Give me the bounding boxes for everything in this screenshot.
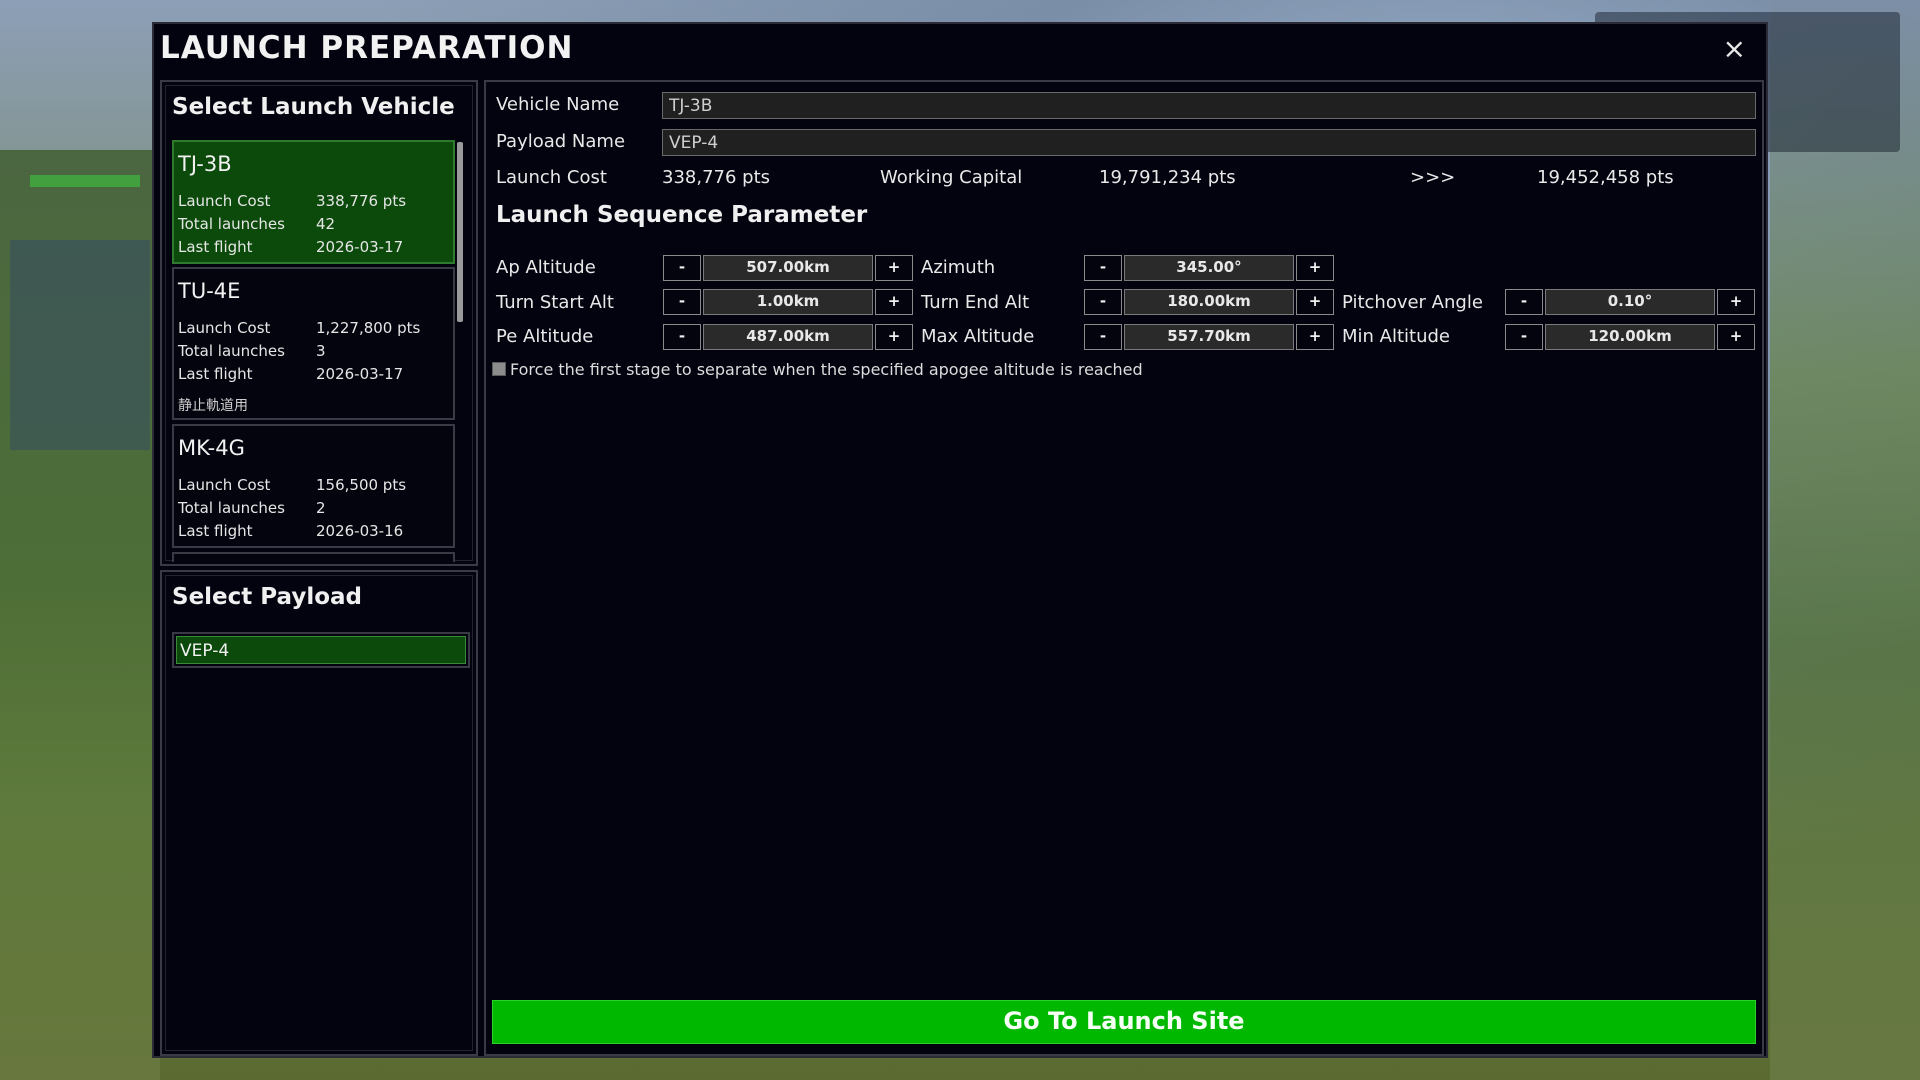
max-altitude-decrement-button[interactable]: - xyxy=(1084,324,1122,350)
pe-altitude-increment-button[interactable]: + xyxy=(875,324,913,350)
turn-end-alt-increment-button[interactable]: + xyxy=(1296,289,1334,315)
min-altitude-stepper: - 120.00km + xyxy=(1505,324,1755,350)
ap-altitude-stepper: - 507.00km + xyxy=(663,255,913,281)
turn-end-alt-label: Turn End Alt xyxy=(921,292,1030,313)
ap-altitude-increment-button[interactable]: + xyxy=(875,255,913,281)
launch-preparation-dialog: LAUNCH PREPARATION × Select Launch Vehic… xyxy=(152,22,1768,1058)
max-altitude-label: Max Altitude xyxy=(921,326,1035,347)
pe-altitude-value[interactable]: 487.00km xyxy=(703,324,873,350)
vehicle-launch-cost: Launch Cost 156,500 pts xyxy=(178,476,407,494)
pe-altitude-decrement-button[interactable]: - xyxy=(663,324,701,350)
vehicle-name: TJ-3B xyxy=(178,152,232,176)
capital-arrow: >>> xyxy=(1410,167,1456,188)
go-to-launch-site-button[interactable]: Go To Launch Site xyxy=(492,1000,1756,1044)
ap-altitude-label: Ap Altitude xyxy=(496,257,596,278)
turn-end-alt-decrement-button[interactable]: - xyxy=(1084,289,1122,315)
pitchover-angle-increment-button[interactable]: + xyxy=(1717,289,1755,315)
vehicle-card-mk-4g[interactable]: MK-4G Launch Cost 156,500 pts Total launc… xyxy=(172,424,455,548)
vehicle-total-launches: Total launches 2 xyxy=(178,499,326,517)
force-separation-option[interactable]: Force the first stage to separate when t… xyxy=(492,360,1143,379)
vehicle-name: TU-4E xyxy=(178,279,241,303)
turn-start-alt-label: Turn Start Alt xyxy=(496,292,614,313)
max-altitude-stepper: - 557.70km + xyxy=(1084,324,1334,350)
pitchover-angle-value[interactable]: 0.10° xyxy=(1545,289,1715,315)
vehicle-panel-title: Select Launch Vehicle xyxy=(172,94,455,120)
max-altitude-value[interactable]: 557.70km xyxy=(1124,324,1294,350)
remaining-capital-value: 19,452,458 pts xyxy=(1537,167,1674,188)
background-right-blur xyxy=(1770,0,1920,1080)
working-capital-label: Working Capital xyxy=(880,167,1023,188)
background-hud-bar xyxy=(30,175,140,187)
sequence-title: Launch Sequence Parameter xyxy=(496,202,868,228)
scrollbar-thumb[interactable] xyxy=(457,142,463,322)
vehicle-card-tu-4e[interactable]: TU-4E Launch Cost 1,227,800 pts Total lau… xyxy=(172,267,455,420)
payload-panel-title: Select Payload xyxy=(172,584,362,610)
azimuth-increment-button[interactable]: + xyxy=(1296,255,1334,281)
vehicle-last-flight: Last flight 2026-03-16 xyxy=(178,522,404,540)
vehicle-list-scrollbar[interactable] xyxy=(457,140,465,562)
ap-altitude-value[interactable]: 507.00km xyxy=(703,255,873,281)
pitchover-angle-label: Pitchover Angle xyxy=(1342,292,1483,313)
vehicle-total-launches: Total launches 3 xyxy=(178,342,326,360)
payload-name-field[interactable] xyxy=(662,129,1756,156)
vehicle-last-flight: Last flight 2026-03-17 xyxy=(178,238,404,256)
vehicle-name-field[interactable] xyxy=(662,92,1756,119)
launch-cost-label: Launch Cost xyxy=(496,167,607,188)
background-hud-list xyxy=(10,240,150,450)
vehicle-name: MK-4G xyxy=(178,436,245,460)
pitchover-angle-stepper: - 0.10° + xyxy=(1505,289,1755,315)
payload-item-vep-4[interactable]: VEP-4 xyxy=(172,632,470,668)
vehicle-total-launches: Total launches 42 xyxy=(178,215,336,233)
min-altitude-decrement-button[interactable]: - xyxy=(1505,324,1543,350)
vehicle-panel: Select Launch Vehicle TJ-3B Launch Cost 3… xyxy=(160,80,478,566)
dialog-title: LAUNCH PREPARATION xyxy=(160,30,574,66)
pe-altitude-label: Pe Altitude xyxy=(496,326,594,347)
azimuth-label: Azimuth xyxy=(921,257,996,278)
vehicle-list: TJ-3B Launch Cost 338,776 pts Total launc… xyxy=(172,140,464,562)
min-altitude-increment-button[interactable]: + xyxy=(1717,324,1755,350)
min-altitude-value[interactable]: 120.00km xyxy=(1545,324,1715,350)
vehicle-card-partial[interactable] xyxy=(172,552,455,562)
pe-altitude-stepper: - 487.00km + xyxy=(663,324,913,350)
turn-start-alt-increment-button[interactable]: + xyxy=(875,289,913,315)
turn-start-alt-decrement-button[interactable]: - xyxy=(663,289,701,315)
min-altitude-label: Min Altitude xyxy=(1342,326,1450,347)
ap-altitude-decrement-button[interactable]: - xyxy=(663,255,701,281)
turn-end-alt-stepper: - 180.00km + xyxy=(1084,289,1334,315)
launch-cost-value: 338,776 pts xyxy=(662,167,771,188)
turn-start-alt-stepper: - 1.00km + xyxy=(663,289,913,315)
azimuth-decrement-button[interactable]: - xyxy=(1084,255,1122,281)
azimuth-value[interactable]: 345.00° xyxy=(1124,255,1294,281)
vehicle-launch-cost: Launch Cost 338,776 pts xyxy=(178,192,407,210)
payload-panel: Select Payload VEP-4 xyxy=(160,570,478,1056)
force-separation-checkbox[interactable] xyxy=(492,362,506,376)
vehicle-note: 静止軌道用 xyxy=(178,398,248,414)
pitchover-angle-decrement-button[interactable]: - xyxy=(1505,289,1543,315)
close-icon[interactable]: × xyxy=(1723,32,1746,65)
payload-item-label: VEP-4 xyxy=(176,636,466,664)
azimuth-stepper: - 345.00° + xyxy=(1084,255,1334,281)
force-separation-label: Force the first stage to separate when t… xyxy=(510,360,1143,379)
working-capital-value: 19,791,234 pts xyxy=(1099,167,1236,188)
vehicle-launch-cost: Launch Cost 1,227,800 pts xyxy=(178,319,421,337)
vehicle-name-label: Vehicle Name xyxy=(496,94,620,115)
payload-name-label: Payload Name xyxy=(496,131,626,152)
max-altitude-increment-button[interactable]: + xyxy=(1296,324,1334,350)
vehicle-card-tj-3b[interactable]: TJ-3B Launch Cost 338,776 pts Total launc… xyxy=(172,140,455,264)
vehicle-last-flight: Last flight 2026-03-17 xyxy=(178,365,404,383)
turn-end-alt-value[interactable]: 180.00km xyxy=(1124,289,1294,315)
turn-start-alt-value[interactable]: 1.00km xyxy=(703,289,873,315)
